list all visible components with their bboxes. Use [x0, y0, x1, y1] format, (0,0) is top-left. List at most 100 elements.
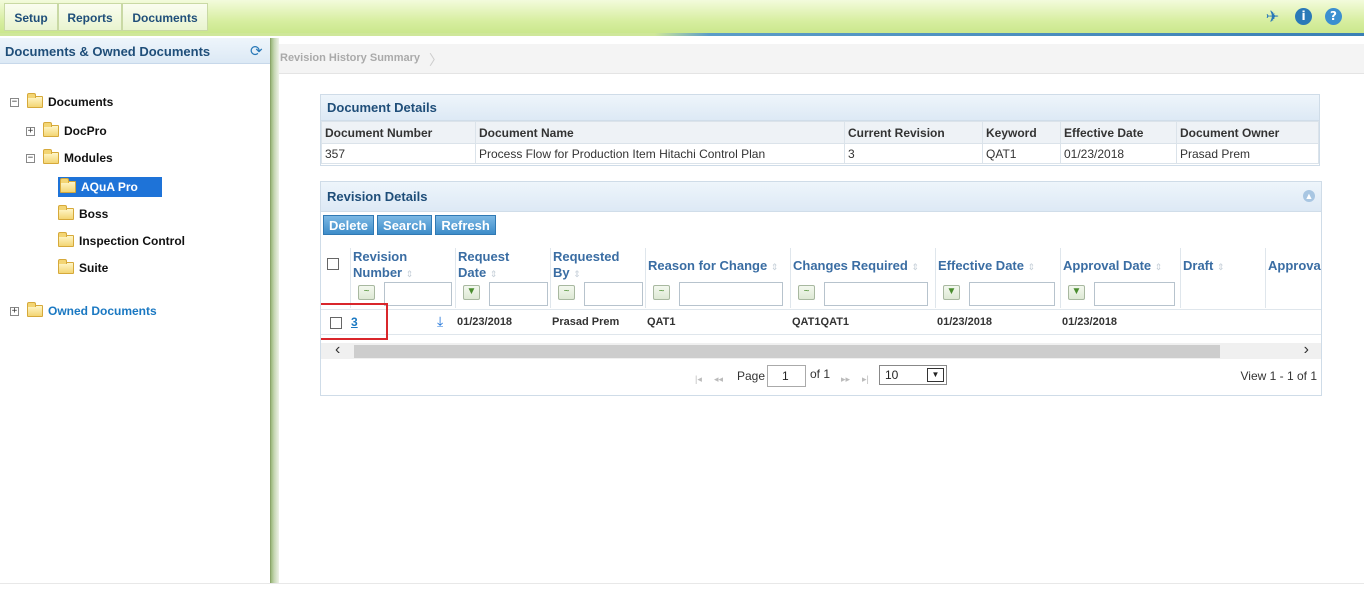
column-effective-date[interactable]: Effective Date ⇕ ▼	[936, 248, 1061, 308]
collapse-panel-icon[interactable]: ▲	[1303, 190, 1315, 202]
column-header: Document Name	[475, 121, 845, 144]
prev-page-icon[interactable]: ◂◂	[714, 374, 723, 385]
column-title: Approva	[1268, 258, 1321, 273]
column-title: Changes Required ⇕	[793, 258, 920, 273]
horizontal-scrollbar[interactable]: ‹ ›	[321, 341, 1321, 359]
filter-input[interactable]	[969, 282, 1055, 306]
first-page-icon[interactable]: |◂	[695, 374, 702, 385]
column-approval-date[interactable]: Approval Date ⇕ ▼	[1061, 248, 1181, 308]
expand-icon[interactable]: +	[10, 306, 19, 316]
folder-icon	[43, 122, 59, 137]
filter-input[interactable]	[1094, 282, 1175, 306]
tree-label: DocPro	[64, 124, 107, 138]
table-cell: Process Flow for Production Item Hitachi…	[475, 143, 845, 164]
table-cell: 357	[321, 143, 476, 164]
left-panel: Documents & Owned Documents ⟳ − Document…	[0, 38, 270, 583]
scrollbar-thumb[interactable]	[354, 345, 1220, 358]
topbar-accent-line	[0, 33, 1364, 36]
filter-operator-button[interactable]: ~	[653, 285, 670, 300]
help-icon[interactable]: ?	[1325, 8, 1342, 25]
column-revision-number[interactable]: Revision Number ⇕ ~	[351, 248, 456, 308]
document-details-table: Document Number Document Name Current Re…	[321, 121, 1319, 164]
panel-splitter[interactable]	[270, 38, 279, 583]
expand-icon[interactable]: +	[26, 126, 35, 136]
reason-cell: QAT1	[647, 316, 676, 328]
grid-header: Revision Number ⇕ ~ Request Date ⇕ ▼ Reque…	[321, 248, 1321, 308]
tree-node-aqua-pro[interactable]: AQuA Pro	[58, 177, 162, 197]
filter-operator-button[interactable]: ~	[558, 285, 575, 300]
filter-input[interactable]	[489, 282, 548, 306]
grid-toolbar: Delete Search Refresh	[323, 215, 496, 235]
status-bar	[0, 583, 1364, 607]
page-number-input[interactable]: 1	[767, 365, 806, 387]
column-header: Current Revision	[844, 121, 983, 144]
left-panel-header: Documents & Owned Documents ⟳	[0, 38, 270, 64]
filter-funnel-button[interactable]: ▼	[943, 285, 960, 300]
scroll-left-icon[interactable]: ‹	[335, 341, 340, 359]
view-range-label: View 1 - 1 of 1	[1240, 369, 1318, 383]
pin-icon[interactable]: ✈	[1264, 8, 1281, 25]
tree-node-documents[interactable]: − Documents	[10, 93, 113, 111]
document-details-title: Document Details	[321, 95, 1319, 121]
revision-details-panel: Revision Details ▲ Delete Search Refresh…	[320, 181, 1322, 396]
tree-node-boss[interactable]: Boss	[58, 205, 108, 223]
column-reason-for-change[interactable]: Reason for Change ⇕ ~	[646, 248, 791, 308]
column-approval[interactable]: Approva	[1266, 248, 1321, 308]
table-row[interactable]: 3 ⤓ 01/23/2018 Prasad Prem QAT1 QAT1QAT1…	[321, 303, 1321, 340]
select-all-checkbox[interactable]	[327, 258, 339, 270]
filter-operator-button[interactable]: ~	[798, 285, 815, 300]
filter-funnel-button[interactable]: ▼	[1068, 285, 1085, 300]
column-header: Effective Date	[1060, 121, 1177, 144]
column-draft[interactable]: Draft ⇕	[1181, 248, 1266, 308]
tree-label: Modules	[64, 151, 113, 165]
collapse-icon[interactable]: −	[26, 153, 35, 163]
column-title: Effective Date ⇕	[938, 258, 1036, 273]
scroll-right-icon[interactable]: ›	[1304, 341, 1309, 359]
collapse-icon[interactable]: −	[10, 97, 19, 107]
table-cell: QAT1	[982, 143, 1061, 164]
tab-reports[interactable]: Reports	[58, 3, 122, 31]
table-cell: Prasad Prem	[1176, 143, 1319, 164]
breadcrumb-item[interactable]: Revision History Summary	[280, 52, 420, 64]
search-button[interactable]: Search	[377, 215, 433, 235]
tree-label: Owned Documents	[48, 304, 157, 318]
refresh-icon[interactable]: ⟳	[250, 42, 263, 60]
table-cell: 3	[844, 143, 983, 164]
rows-per-page-select[interactable]: 10 ▼	[879, 365, 947, 385]
filter-input[interactable]	[824, 282, 928, 306]
filter-input[interactable]	[584, 282, 643, 306]
filter-funnel-button[interactable]: ▼	[463, 285, 480, 300]
breadcrumb: Revision History Summary 〉	[279, 44, 1364, 74]
tree-node-inspection-control[interactable]: Inspection Control	[58, 232, 185, 250]
tab-documents[interactable]: Documents	[122, 3, 208, 31]
document-details-panel: Document Details Document Number Documen…	[320, 94, 1320, 166]
folder-icon	[60, 178, 76, 193]
column-requested-by[interactable]: Requested By ⇕ ~	[551, 248, 646, 308]
tree-label: AQuA Pro	[81, 180, 138, 194]
requested-by-cell: Prasad Prem	[552, 316, 620, 328]
column-changes-required[interactable]: Changes Required ⇕ ~	[791, 248, 936, 308]
column-request-date[interactable]: Request Date ⇕ ▼	[456, 248, 551, 308]
tree-node-suite[interactable]: Suite	[58, 259, 108, 277]
folder-icon	[58, 232, 74, 247]
column-title: Draft ⇕	[1183, 258, 1225, 273]
tree-node-modules[interactable]: − Modules	[26, 149, 113, 167]
refresh-button[interactable]: Refresh	[435, 215, 496, 235]
download-icon[interactable]: ⤓	[437, 314, 443, 330]
info-icon[interactable]: i	[1295, 8, 1312, 25]
column-title: Requested By ⇕	[553, 249, 620, 280]
select-all-column	[321, 248, 351, 308]
tree-label: Inspection Control	[79, 234, 185, 248]
tree-node-owned-documents[interactable]: + Owned Documents	[10, 302, 157, 320]
next-page-icon[interactable]: ▸▸	[841, 374, 850, 385]
filter-operator-button[interactable]: ~	[358, 285, 375, 300]
tab-setup[interactable]: Setup	[4, 3, 58, 31]
tree-node-docpro[interactable]: + DocPro	[26, 122, 107, 140]
last-page-icon[interactable]: ▸|	[862, 374, 869, 385]
filter-input[interactable]	[384, 282, 452, 306]
changes-cell: QAT1QAT1	[792, 316, 850, 328]
column-header: Document Number	[321, 121, 476, 144]
revision-details-title: Revision Details	[321, 182, 1321, 212]
delete-button[interactable]: Delete	[323, 215, 375, 235]
filter-input[interactable]	[679, 282, 783, 306]
